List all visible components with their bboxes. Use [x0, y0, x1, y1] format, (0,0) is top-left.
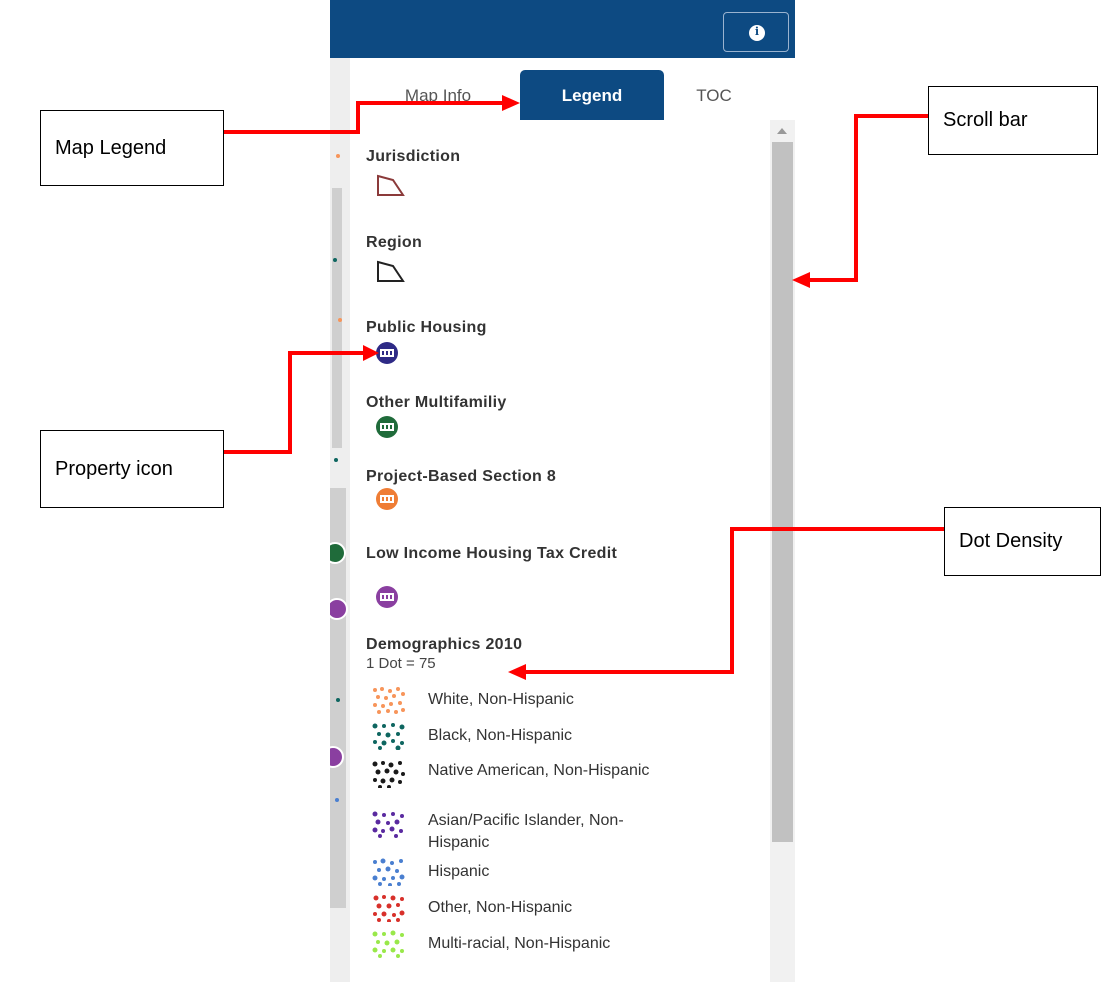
arrow-lines [224, 101, 944, 674]
arrow-dot-density [525, 527, 944, 674]
arrow-map-legend [224, 101, 506, 134]
arrow-head-scroll-bar [792, 272, 810, 288]
arrow-heads [363, 95, 810, 680]
annotation-arrows [224, 95, 944, 680]
arrow-head-property-icon [363, 345, 379, 361]
arrow-head-dot-density [508, 664, 526, 680]
arrow-head-map-legend [502, 95, 520, 111]
arrow-property-icon [224, 351, 366, 454]
arrow-scroll-bar [810, 114, 928, 282]
